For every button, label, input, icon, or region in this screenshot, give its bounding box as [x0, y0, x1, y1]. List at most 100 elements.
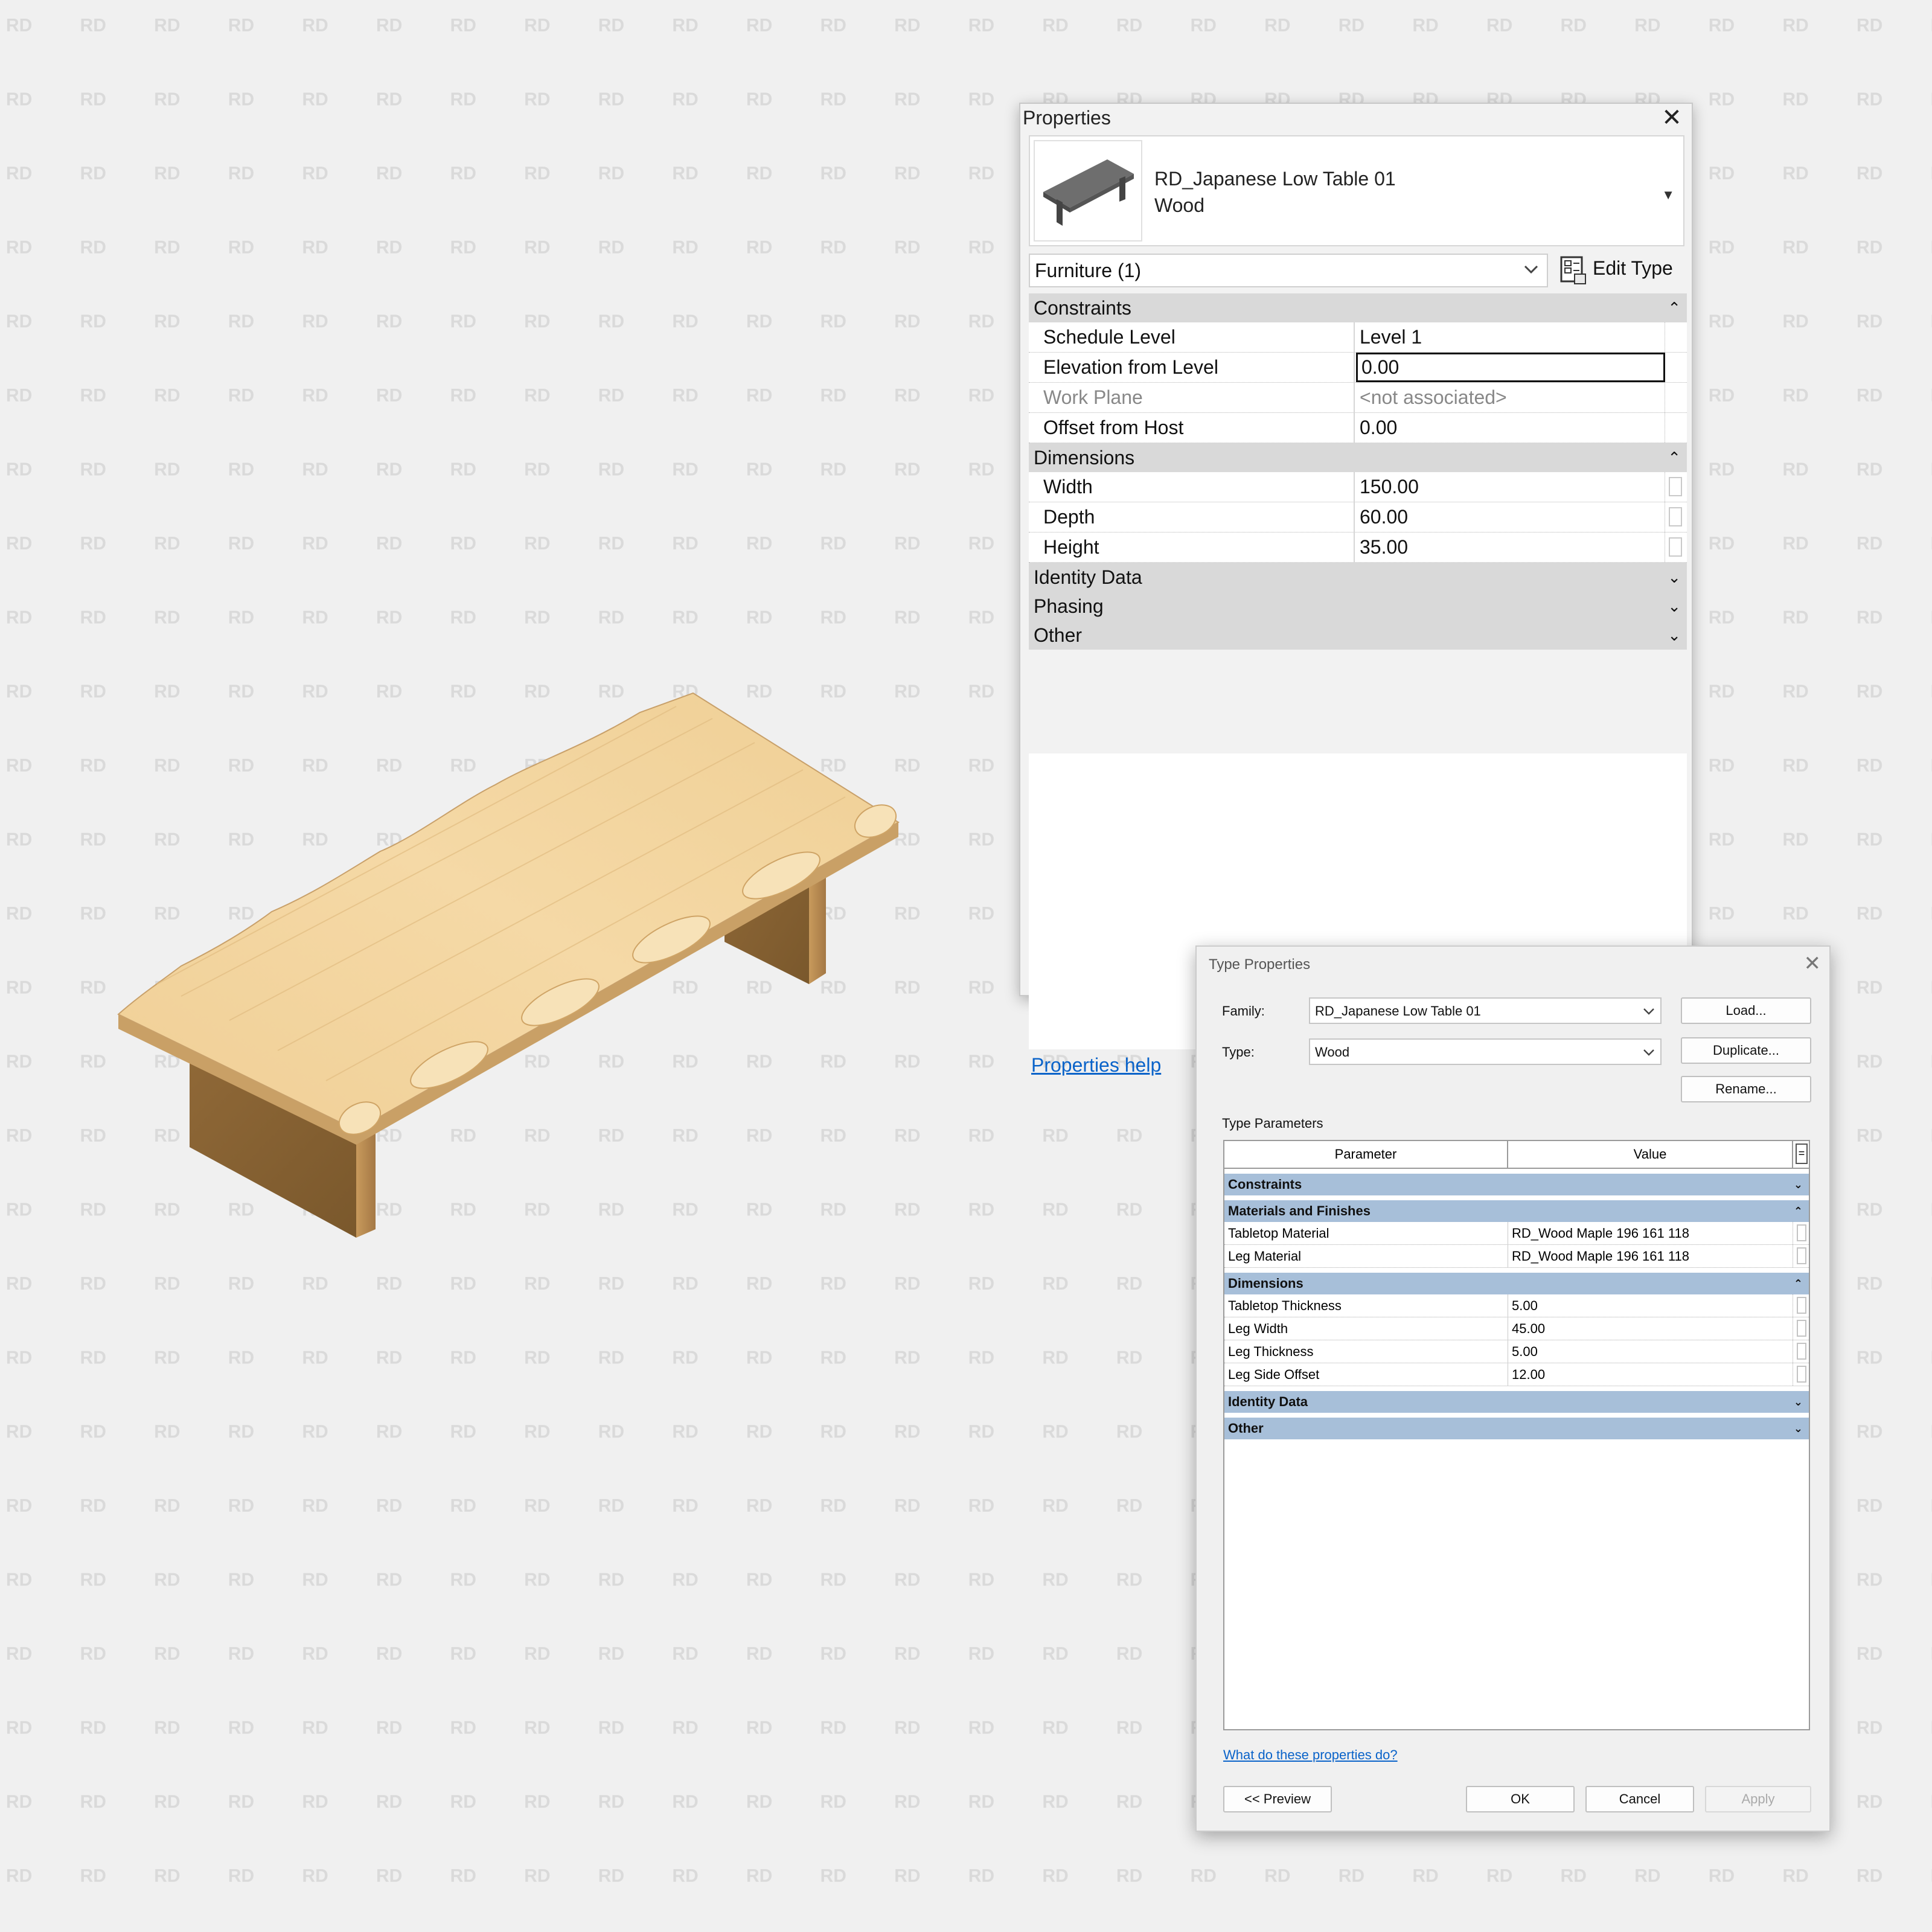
properties-help-link[interactable]: What do these properties do? — [1223, 1747, 1398, 1763]
property-label: Offset from Host — [1029, 413, 1355, 443]
type-properties-dialog: Type Properties ✕ Family: RD_Japanese Lo… — [1195, 945, 1831, 1832]
property-row[interactable]: Schedule Level Level 1 — [1029, 322, 1687, 353]
type-dropdown[interactable]: Wood — [1309, 1038, 1662, 1065]
offset-from-host-value[interactable]: 0.00 — [1356, 413, 1665, 443]
type-label: Type: — [1222, 1044, 1255, 1060]
group-dimensions[interactable]: Dimensions ⌃ — [1224, 1273, 1809, 1294]
depth-value[interactable]: 60.00 — [1356, 502, 1665, 532]
property-label: Depth — [1029, 502, 1355, 532]
parameter-value[interactable]: 12.00 — [1508, 1363, 1793, 1386]
group-other[interactable]: Other ⌄ — [1224, 1418, 1809, 1439]
group-other[interactable]: Other ⌄ — [1029, 621, 1687, 650]
properties-title: Properties — [1023, 107, 1111, 129]
property-label: Width — [1029, 472, 1355, 502]
height-value[interactable]: 35.00 — [1356, 533, 1665, 562]
duplicate-button[interactable]: Duplicate... — [1681, 1037, 1811, 1064]
cancel-button[interactable]: Cancel — [1585, 1786, 1694, 1812]
table-row[interactable]: Leg Material RD_Wood Maple 196 161 118 — [1224, 1245, 1809, 1268]
double-chevron-down-icon[interactable]: ⌄ — [1668, 621, 1681, 650]
group-label: Phasing — [1034, 595, 1104, 617]
chevron-down-icon — [1643, 1008, 1654, 1015]
group-identity-data[interactable]: Identity Data ⌄ — [1029, 563, 1687, 592]
associate-parameter-icon[interactable] — [1797, 1343, 1806, 1360]
chevron-down-icon[interactable]: ▼ — [1662, 187, 1675, 203]
family-label: Family: — [1222, 1003, 1265, 1019]
property-row[interactable]: Height 35.00 — [1029, 533, 1687, 563]
parameter-value[interactable]: RD_Wood Maple 196 161 118 — [1508, 1222, 1793, 1244]
group-label: Materials and Finishes — [1228, 1203, 1371, 1218]
instance-filter-dropdown[interactable]: Furniture (1) — [1029, 254, 1548, 287]
parameter-name: Leg Thickness — [1224, 1340, 1508, 1363]
family-dropdown[interactable]: RD_Japanese Low Table 01 — [1309, 997, 1662, 1024]
parameter-value[interactable]: RD_Wood Maple 196 161 118 — [1508, 1245, 1793, 1267]
parameter-value[interactable]: 5.00 — [1508, 1340, 1793, 1363]
group-dimensions[interactable]: Dimensions ⌃ — [1029, 443, 1687, 472]
edit-type-icon — [1560, 256, 1586, 284]
work-plane-value: <not associated> — [1356, 383, 1665, 412]
dialog-title: Type Properties — [1209, 956, 1311, 973]
parameter-value[interactable]: 5.00 — [1508, 1294, 1793, 1317]
group-label: Identity Data — [1228, 1394, 1308, 1409]
table-row[interactable]: Leg Thickness 5.00 — [1224, 1340, 1809, 1363]
associate-parameter-icon[interactable] — [1797, 1366, 1806, 1383]
load-button[interactable]: Load... — [1681, 997, 1811, 1024]
table-row[interactable]: Tabletop Material RD_Wood Maple 196 161 … — [1224, 1222, 1809, 1245]
double-chevron-down-icon[interactable]: ⌄ — [1794, 1418, 1803, 1439]
group-phasing[interactable]: Phasing ⌄ — [1029, 592, 1687, 621]
parameter-name: Tabletop Thickness — [1224, 1294, 1508, 1317]
group-label: Dimensions — [1034, 447, 1135, 469]
table-row[interactable]: Leg Side Offset 12.00 — [1224, 1363, 1809, 1386]
associate-parameter-icon[interactable] — [1797, 1247, 1806, 1264]
rename-button[interactable]: Rename... — [1681, 1076, 1811, 1102]
group-constraints[interactable]: Constraints ⌄ — [1224, 1174, 1809, 1195]
close-icon[interactable]: ✕ — [1804, 952, 1822, 976]
group-label: Other — [1228, 1421, 1264, 1436]
chevron-down-icon — [1643, 1049, 1654, 1056]
double-chevron-down-icon[interactable]: ⌄ — [1794, 1391, 1803, 1413]
grid-header: Parameter Value = — [1224, 1141, 1809, 1169]
property-row[interactable]: Elevation from Level 0.00 — [1029, 353, 1687, 383]
preview-button[interactable]: << Preview — [1223, 1786, 1332, 1812]
property-row: Work Plane <not associated> — [1029, 383, 1687, 413]
group-constraints[interactable]: Constraints ⌃ — [1029, 293, 1687, 322]
associate-parameter-icon[interactable] — [1669, 477, 1682, 496]
parameter-value[interactable]: 45.00 — [1508, 1317, 1793, 1340]
associate-parameter-icon[interactable] — [1797, 1320, 1806, 1337]
width-value[interactable]: 150.00 — [1356, 472, 1665, 502]
double-chevron-up-icon[interactable]: ⌃ — [1794, 1273, 1803, 1294]
group-identity-data[interactable]: Identity Data ⌄ — [1224, 1391, 1809, 1413]
property-row[interactable]: Width 150.00 — [1029, 472, 1687, 502]
associate-parameter-icon[interactable] — [1797, 1224, 1806, 1241]
parameter-name: Leg Width — [1224, 1317, 1508, 1340]
family-value: RD_Japanese Low Table 01 — [1315, 1003, 1481, 1019]
properties-help-link[interactable]: Properties help — [1031, 1054, 1161, 1076]
double-chevron-up-icon[interactable]: ⌃ — [1668, 443, 1681, 472]
double-chevron-up-icon[interactable]: ⌃ — [1794, 1200, 1803, 1222]
associate-parameter-icon[interactable] — [1669, 507, 1682, 526]
double-chevron-down-icon[interactable]: ⌄ — [1668, 563, 1681, 592]
group-materials-and-finishes[interactable]: Materials and Finishes ⌃ — [1224, 1200, 1809, 1222]
associate-parameter-icon[interactable] — [1669, 537, 1682, 557]
associate-column-header: = — [1796, 1144, 1808, 1164]
schedule-level-value[interactable]: Level 1 — [1356, 322, 1665, 352]
table-row[interactable]: Tabletop Thickness 5.00 — [1224, 1294, 1809, 1317]
type-family-name: RD_Japanese Low Table 01 — [1154, 168, 1396, 190]
property-row[interactable]: Offset from Host 0.00 — [1029, 413, 1687, 443]
table-row[interactable]: Leg Width 45.00 — [1224, 1317, 1809, 1340]
japanese-low-table-render[interactable] — [0, 0, 966, 1268]
associate-parameter-icon[interactable] — [1797, 1297, 1806, 1314]
group-label: Other — [1034, 624, 1083, 646]
close-icon[interactable]: ✕ — [1660, 106, 1683, 130]
edit-type-button[interactable]: Edit Type — [1559, 252, 1680, 289]
parameter-name: Leg Side Offset — [1224, 1363, 1508, 1386]
type-selector[interactable]: RD_Japanese Low Table 01 Wood ▼ — [1029, 135, 1684, 246]
double-chevron-up-icon[interactable]: ⌃ — [1668, 293, 1681, 322]
ok-button[interactable]: OK — [1466, 1786, 1575, 1812]
double-chevron-down-icon[interactable]: ⌄ — [1668, 592, 1681, 621]
type-name: Wood — [1154, 194, 1205, 216]
property-row[interactable]: Depth 60.00 — [1029, 502, 1687, 533]
elevation-from-level-input[interactable]: 0.00 — [1356, 353, 1665, 382]
double-chevron-down-icon[interactable]: ⌄ — [1794, 1174, 1803, 1195]
type-parameters-label: Type Parameters — [1222, 1116, 1323, 1131]
chevron-down-icon — [1524, 265, 1538, 274]
